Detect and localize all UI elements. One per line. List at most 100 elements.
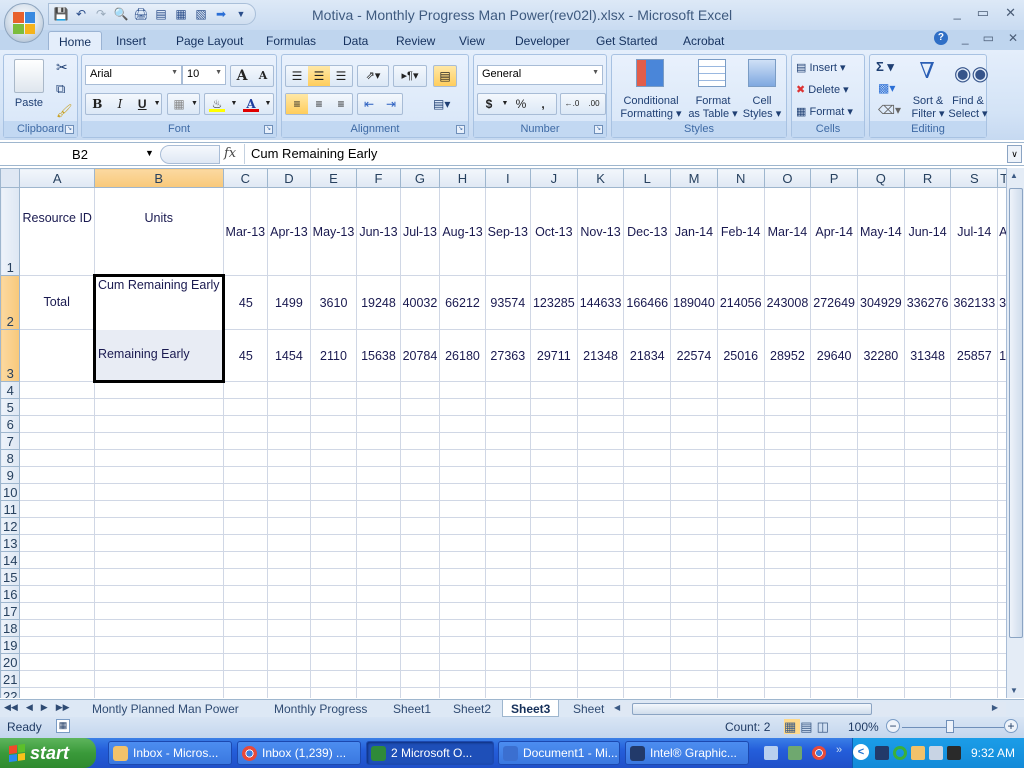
cell-s17[interactable] <box>950 602 999 620</box>
cell-c19[interactable] <box>222 636 269 654</box>
cell-a10[interactable] <box>19 483 95 501</box>
cell-j4[interactable] <box>529 381 578 399</box>
cell-s13[interactable] <box>950 534 999 552</box>
font-launcher-icon[interactable]: ↘ <box>264 125 273 134</box>
cell-c6[interactable] <box>222 415 269 433</box>
quicklaunch-more-icon[interactable]: » <box>836 744 842 756</box>
cell-q19[interactable] <box>857 636 905 654</box>
cell-f19[interactable] <box>356 636 401 654</box>
sort-filter-button[interactable]: Sort & Filter ▾ <box>906 95 950 121</box>
cell-g7[interactable] <box>399 432 441 450</box>
prev-sheet-icon[interactable]: ◀ <box>26 702 33 713</box>
cell-i22[interactable] <box>484 687 531 698</box>
cell-k2[interactable]: 144633 <box>576 275 625 330</box>
cell-c14[interactable] <box>222 551 269 569</box>
cell-g13[interactable] <box>399 534 441 552</box>
cell-t9[interactable] <box>997 466 1006 484</box>
cell-j5[interactable] <box>529 398 578 416</box>
cell-r5[interactable] <box>903 398 952 416</box>
row-header-13[interactable]: 13 <box>0 534 21 552</box>
cell-t3[interactable]: 1 <box>997 329 1006 382</box>
cell-b3[interactable]: Remaining Early <box>92 329 225 383</box>
cell-s8[interactable] <box>950 449 999 467</box>
borders-button[interactable]: ▦ ▼ <box>167 93 200 115</box>
cell-n17[interactable] <box>716 602 765 620</box>
clipboard-launcher-icon[interactable]: ↘ <box>65 125 74 134</box>
cell-f18[interactable] <box>356 619 401 637</box>
cell-d5[interactable] <box>267 398 311 416</box>
tab-page-layout[interactable]: Page Layout <box>166 31 253 51</box>
taskbar-item-chrome[interactable]: Inbox (1,239) ... <box>237 741 361 765</box>
cell-b15[interactable] <box>93 568 224 586</box>
cell-e1[interactable]: May-13 <box>309 187 358 276</box>
cell-b16[interactable] <box>93 585 224 603</box>
cell-c11[interactable] <box>222 500 269 518</box>
cell-d20[interactable] <box>267 653 311 671</box>
autosum-button[interactable]: Σ ▾ <box>876 59 894 75</box>
close-icon[interactable]: ✕ <box>1005 5 1016 21</box>
sheet-tab-monthly-progress[interactable]: Monthly Progress <box>266 700 375 717</box>
zoom-level[interactable]: 100% <box>848 720 879 734</box>
cell-d6[interactable] <box>267 415 311 433</box>
cell-f15[interactable] <box>356 568 401 586</box>
cell-i10[interactable] <box>484 483 531 501</box>
tray-outlook-icon[interactable] <box>911 746 925 760</box>
cell-t20[interactable] <box>997 653 1006 671</box>
cell-b2[interactable]: Cum Remaining Early <box>92 274 225 330</box>
cell-l4[interactable] <box>623 381 672 399</box>
cell-a14[interactable] <box>19 551 95 569</box>
chevron-down-icon[interactable]: ▼ <box>229 94 239 114</box>
cell-s21[interactable] <box>950 670 999 688</box>
row-header-3[interactable]: 3 <box>0 329 21 382</box>
cell-o8[interactable] <box>763 449 812 467</box>
cell-b11[interactable] <box>93 500 224 518</box>
paste-icon[interactable] <box>14 59 44 93</box>
cell-c5[interactable] <box>222 398 269 416</box>
cell-k4[interactable] <box>576 381 625 399</box>
cell-e3[interactable]: 2110 <box>309 329 358 382</box>
cell-e10[interactable] <box>309 483 358 501</box>
number-format-select[interactable]: General ▼ <box>477 65 603 85</box>
cell-e17[interactable] <box>309 602 358 620</box>
cell-s4[interactable] <box>950 381 999 399</box>
cell-t7[interactable] <box>997 432 1006 450</box>
column-header-c[interactable]: C <box>222 168 269 188</box>
cell-t6[interactable] <box>997 415 1006 433</box>
cell-f20[interactable] <box>356 653 401 671</box>
cell-o21[interactable] <box>763 670 812 688</box>
cell-k22[interactable] <box>576 687 625 698</box>
cell-r13[interactable] <box>903 534 952 552</box>
cell-f3[interactable]: 15638 <box>356 329 401 382</box>
cell-j22[interactable] <box>529 687 578 698</box>
cell-c8[interactable] <box>222 449 269 467</box>
cell-q3[interactable]: 32280 <box>857 329 905 382</box>
cell-g4[interactable] <box>399 381 441 399</box>
horizontal-scroll-thumb[interactable] <box>632 703 872 715</box>
cell-b21[interactable] <box>93 670 224 688</box>
cell-h9[interactable] <box>439 466 486 484</box>
cell-g3[interactable]: 20784 <box>399 329 441 382</box>
cell-d16[interactable] <box>267 585 311 603</box>
cell-l16[interactable] <box>623 585 672 603</box>
cell-o4[interactable] <box>763 381 812 399</box>
orientation-button[interactable]: ⇗▾ <box>357 65 389 87</box>
cell-b7[interactable] <box>93 432 224 450</box>
row-header-17[interactable]: 17 <box>0 602 21 620</box>
tab-get-started[interactable]: Get Started <box>586 31 667 51</box>
cell-m10[interactable] <box>670 483 718 501</box>
sheet-tab-sheet4[interactable]: Sheet <box>565 700 610 717</box>
cell-b4[interactable] <box>93 381 224 399</box>
cell-n13[interactable] <box>716 534 765 552</box>
cell-t8[interactable] <box>997 449 1006 467</box>
tray-intel-icon[interactable] <box>875 746 889 760</box>
cell-c3[interactable]: 45 <box>222 329 269 382</box>
format-as-table-button[interactable]: Format as Table ▾ <box>688 95 738 121</box>
cell-k8[interactable] <box>576 449 625 467</box>
wrap-text-button[interactable]: ▤ <box>433 65 457 87</box>
cell-m11[interactable] <box>670 500 718 518</box>
cell-l14[interactable] <box>623 551 672 569</box>
cell-o11[interactable] <box>763 500 812 518</box>
cell-f22[interactable] <box>356 687 401 698</box>
cell-g11[interactable] <box>399 500 441 518</box>
cell-s2[interactable]: 362133 <box>950 275 999 330</box>
